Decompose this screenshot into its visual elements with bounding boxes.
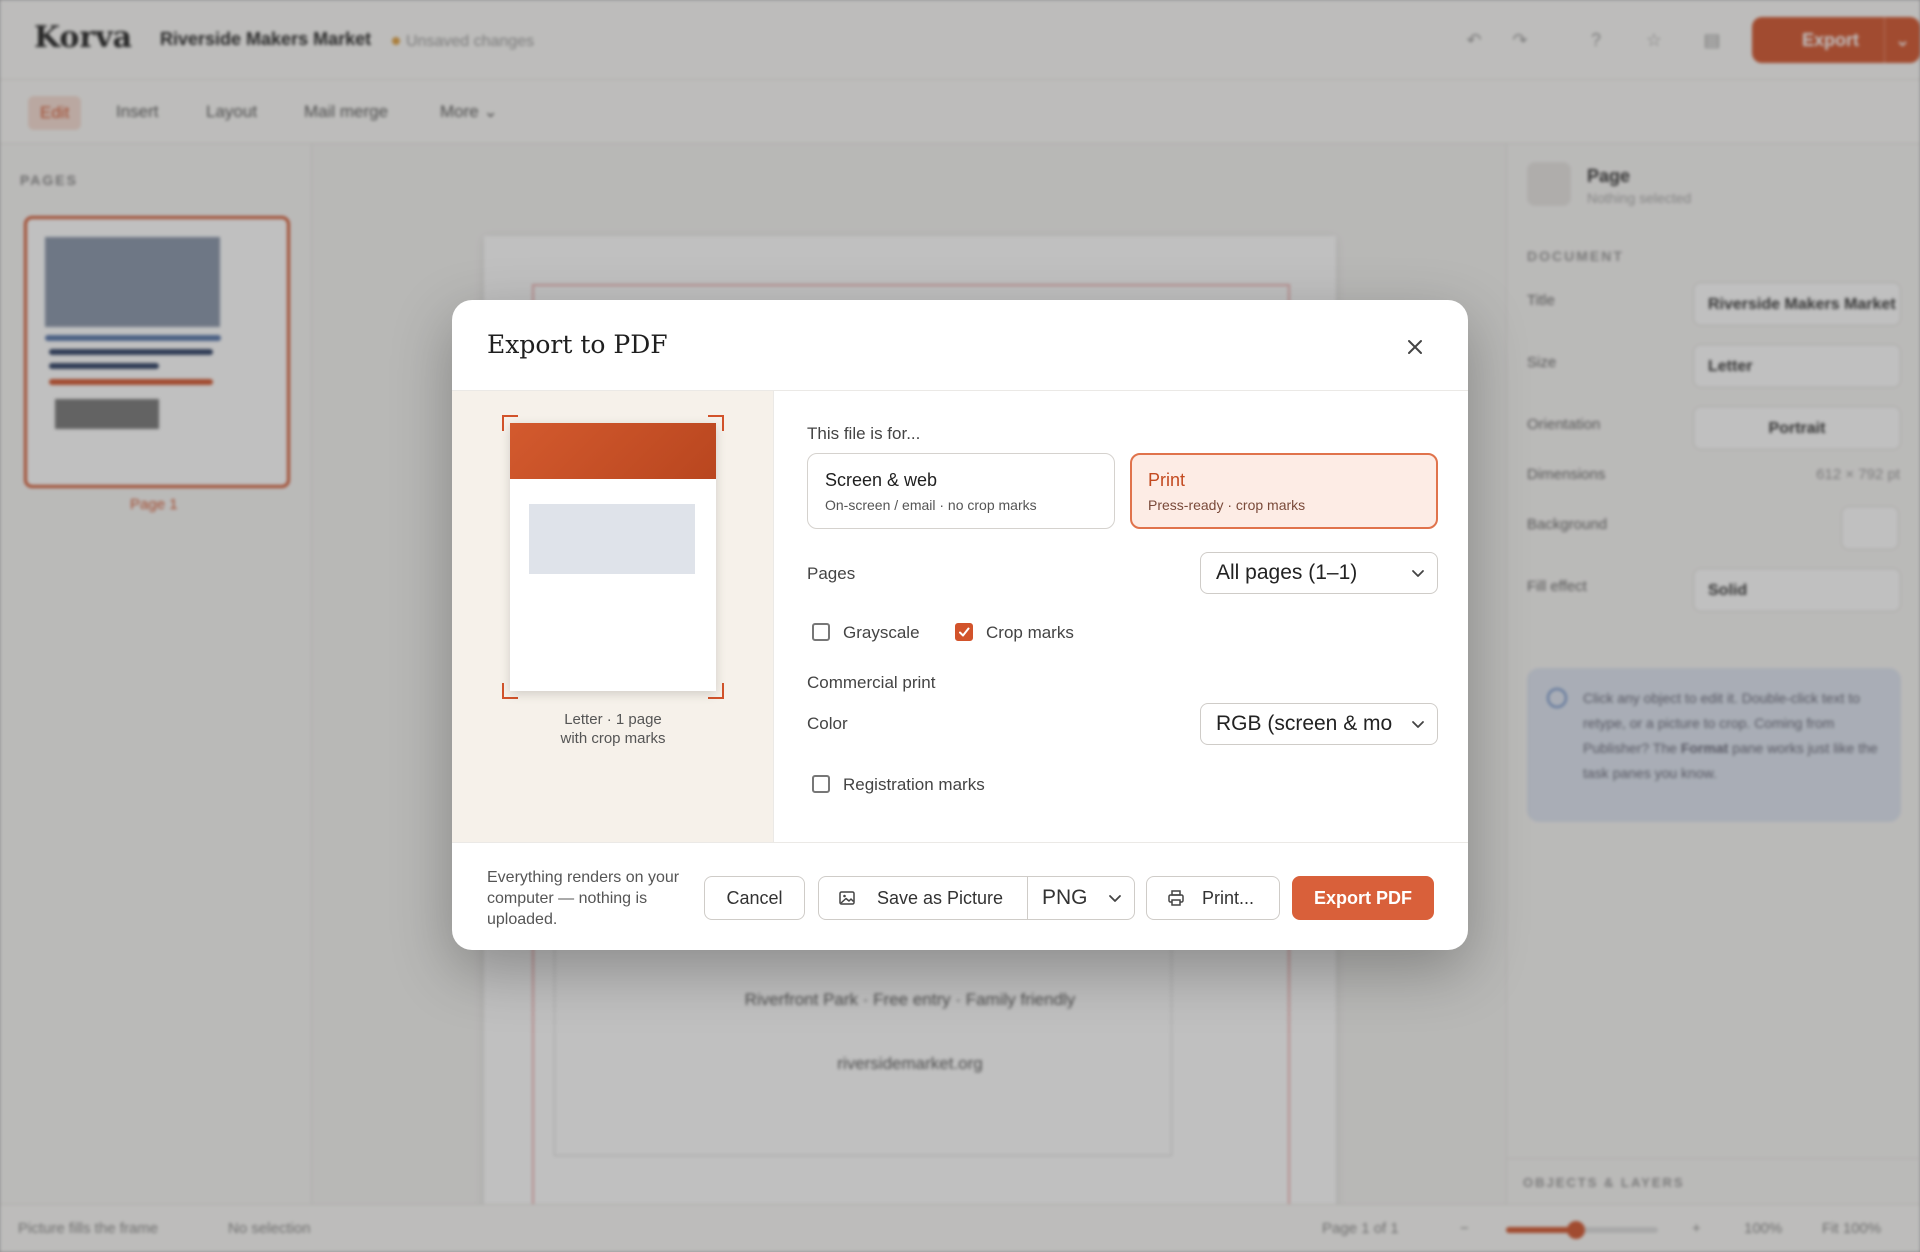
preview-page xyxy=(510,423,716,691)
check-icon xyxy=(959,627,970,637)
printer-icon xyxy=(1168,890,1184,906)
preview-caption-line2: with crop marks xyxy=(560,730,666,747)
save-as-picture-label: Save as Picture xyxy=(876,888,1004,908)
pages-select[interactable]: All pages (1–1) xyxy=(1200,552,1438,594)
purpose-screen-subtitle: On-screen / email · no crop marks xyxy=(825,497,1037,513)
grayscale-checkbox[interactable] xyxy=(812,623,830,641)
registration-marks-label[interactable]: Registration marks xyxy=(843,775,985,795)
purpose-label: This file is for... xyxy=(807,424,921,443)
purpose-print-subtitle: Press-ready · crop marks xyxy=(1148,497,1306,513)
purpose-print[interactable]: Print Press-ready · crop marks xyxy=(1130,453,1438,529)
privacy-note: Everything renders on your computer — no… xyxy=(487,869,680,928)
print-button[interactable]: Print... xyxy=(1146,876,1280,920)
crop-marks-label[interactable]: Crop marks xyxy=(986,623,1074,643)
print-label: Print... xyxy=(1201,888,1254,908)
export-pdf-dialog: Export to PDF Letter · 1 page with crop … xyxy=(452,300,1468,950)
dialog-title: Export to PDF xyxy=(487,330,668,359)
purpose-print-title: Print xyxy=(1148,470,1186,490)
cancel-button[interactable]: Cancel xyxy=(704,876,805,920)
export-options: This file is for... Screen & web On-scre… xyxy=(775,391,1468,842)
dialog-header: Export to PDF xyxy=(452,300,1468,391)
preview-caption-line1: Letter · 1 page xyxy=(564,711,662,728)
grayscale-label[interactable]: Grayscale xyxy=(843,623,920,643)
preview-image-block xyxy=(529,504,695,574)
color-select[interactable]: RGB (screen & mo xyxy=(1200,703,1438,745)
export-preview: Letter · 1 page with crop marks xyxy=(452,391,774,842)
chevron-down-icon xyxy=(1411,717,1425,731)
purpose-screen-web[interactable]: Screen & web On-screen / email · no crop… xyxy=(807,453,1115,529)
save-as-picture-button[interactable]: Save as Picture xyxy=(818,876,1028,920)
dialog-footer: Everything renders on your computer — no… xyxy=(452,842,1468,950)
pages-label: Pages xyxy=(807,564,856,583)
close-icon[interactable] xyxy=(1402,334,1428,360)
color-label: Color xyxy=(807,714,848,733)
chevron-down-icon xyxy=(1109,895,1121,902)
crop-marks-checkbox[interactable] xyxy=(955,623,973,641)
registration-marks-checkbox[interactable] xyxy=(812,775,830,793)
picture-format-select[interactable]: PNG xyxy=(1027,876,1135,920)
preview-header-band xyxy=(510,423,716,479)
commercial-print-label: Commercial print xyxy=(807,673,936,692)
chevron-down-icon xyxy=(1412,570,1424,577)
purpose-screen-title: Screen & web xyxy=(825,470,938,490)
pages-select-value: All pages (1–1) xyxy=(1216,561,1358,584)
preview-caption: Letter · 1 page with crop marks xyxy=(452,710,774,748)
picture-format-value: PNG xyxy=(1042,886,1088,909)
image-icon xyxy=(839,891,855,905)
color-select-value: RGB (screen & mo xyxy=(1216,712,1393,735)
export-pdf-button[interactable]: Export PDF xyxy=(1292,876,1434,920)
